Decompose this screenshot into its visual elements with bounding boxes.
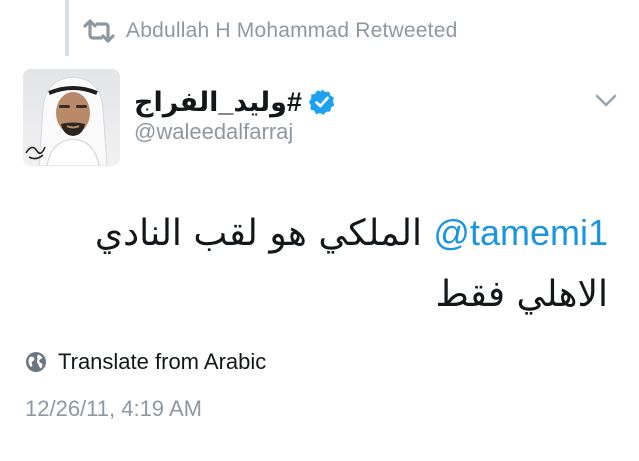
globe-icon <box>25 351 47 373</box>
tweet-card: Abdullah H Mohammad Retweeted #وليد_الفر… <box>0 0 639 461</box>
tweet-text: @tamemi1 الملكي هو لقب النادي الاهلي فقط <box>20 202 608 325</box>
retweet-context: Abdullah H Mohammad Retweeted <box>82 13 457 49</box>
translate-label: Translate from Arabic <box>58 349 267 374</box>
chevron-down-icon[interactable] <box>594 92 618 110</box>
author-handle[interactable]: @waleedalfarraj <box>134 119 293 145</box>
avatar[interactable] <box>23 69 120 166</box>
thread-connector-line <box>65 0 69 56</box>
tweet-timestamp[interactable]: 12/26/11, 4:19 AM <box>25 396 202 422</box>
retweet-icon <box>82 13 126 49</box>
verified-badge-icon <box>308 88 336 116</box>
translate-link[interactable]: Translate from Arabic <box>25 346 266 378</box>
author-name-row: #وليد_الفراج <box>134 85 336 119</box>
retweeted-by-label[interactable]: Abdullah H Mohammad Retweeted <box>126 19 457 43</box>
author-display-name[interactable]: #وليد_الفراج <box>134 87 302 118</box>
mention-link[interactable]: @tamemi1 <box>433 212 608 253</box>
